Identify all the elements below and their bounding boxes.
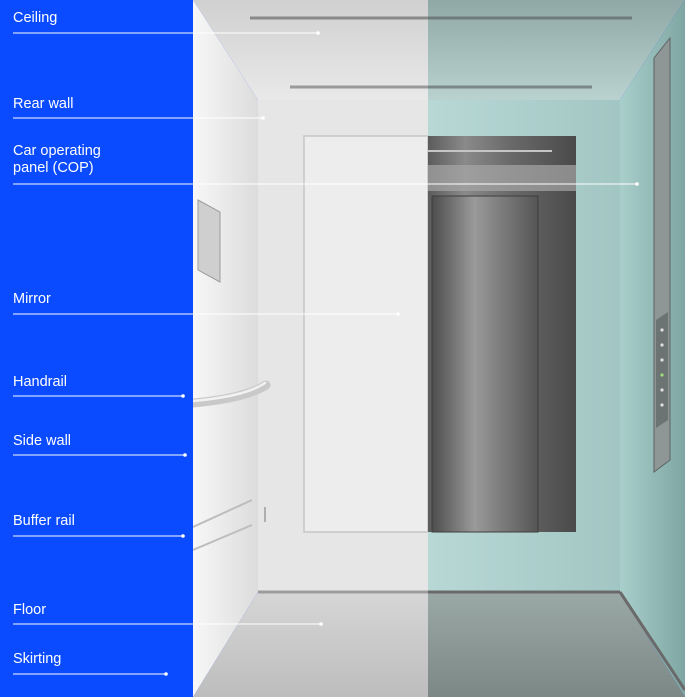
leader-lines [13,31,639,676]
leader-dot-buffer-rail [181,534,185,538]
leader-dot-side-wall [183,453,187,457]
leader-dot-skirting [164,672,168,676]
elevator-diagram: Ceiling Rear wall Car operating panel (C… [0,0,685,697]
leader-dot-rear-wall [261,116,265,120]
leader-dot-mirror [396,312,400,316]
leader-dot-ceiling [316,31,320,35]
leader-dot-floor [319,622,323,626]
leader-dot-handrail [181,394,185,398]
leader-dot-cop [635,182,639,186]
